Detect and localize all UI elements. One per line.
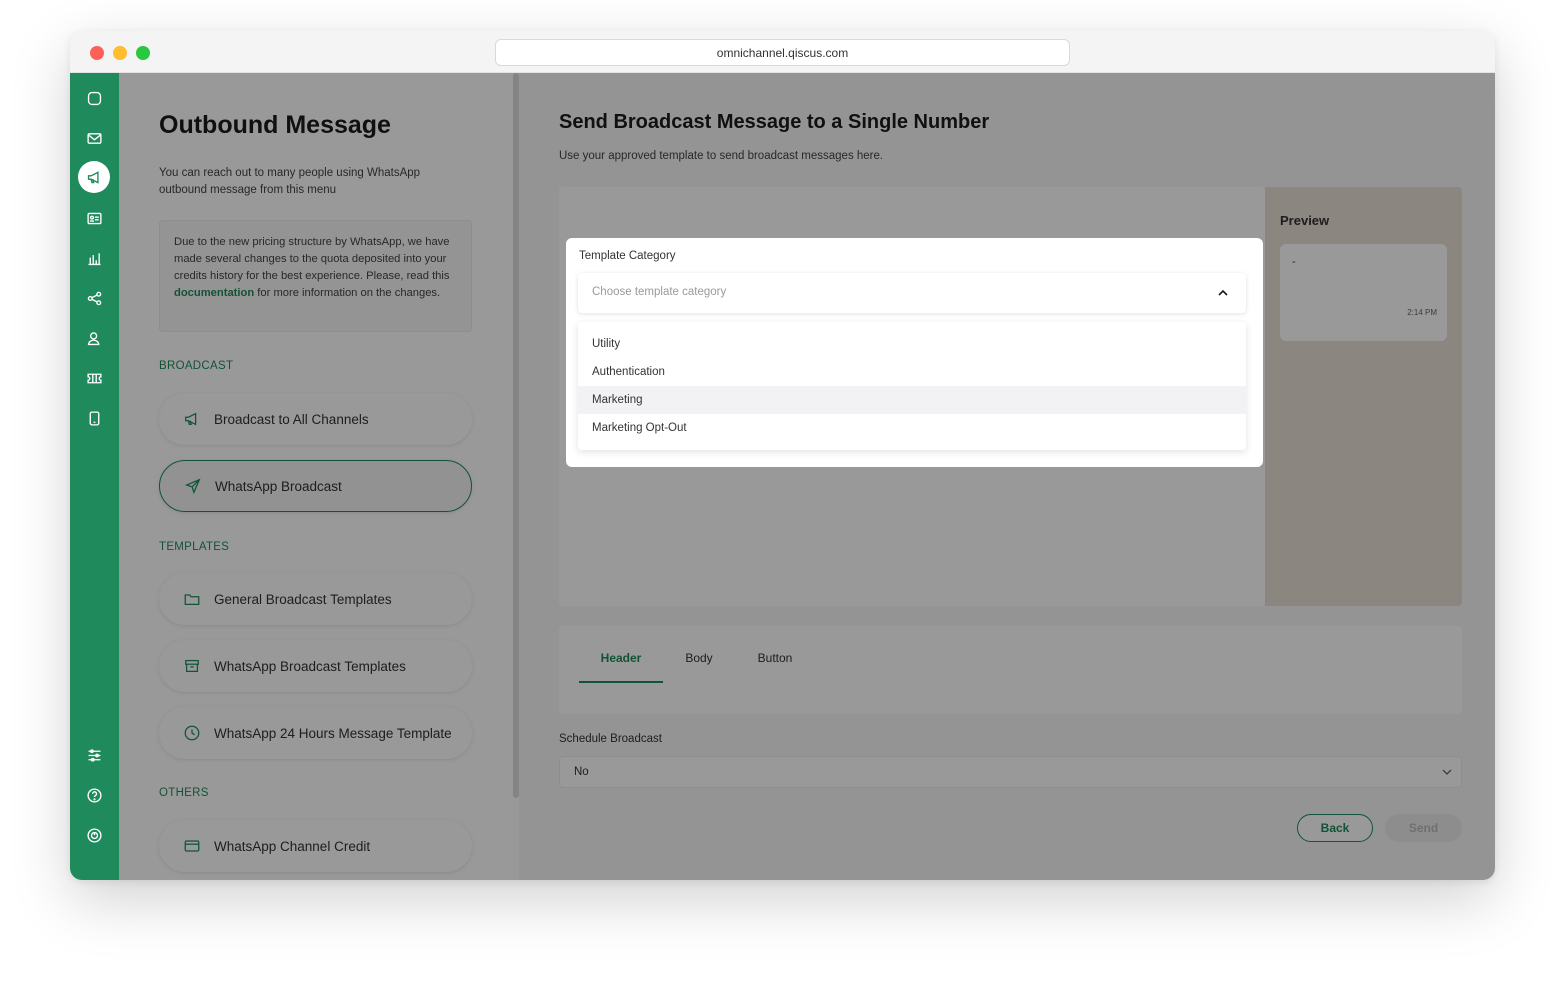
template-category-select[interactable]: Choose template category xyxy=(578,273,1246,313)
chat-icon[interactable] xyxy=(81,85,107,111)
option-utility[interactable]: Utility xyxy=(578,330,1246,358)
contacts-icon[interactable] xyxy=(81,205,107,231)
app: Outbound Message You can reach out to ma… xyxy=(70,73,1495,880)
template-category-placeholder: Choose template category xyxy=(592,286,727,298)
integration-icon[interactable] xyxy=(81,285,107,311)
analytics-icon[interactable] xyxy=(81,245,107,271)
browser-window: omnichannel.qiscus.com Outbound Message … xyxy=(70,31,1495,880)
maximize-window-button[interactable] xyxy=(136,46,150,60)
power-icon[interactable] xyxy=(81,822,107,848)
option-marketing-opt-out[interactable]: Marketing Opt-Out xyxy=(578,414,1246,442)
close-window-button[interactable] xyxy=(90,46,104,60)
inbox-icon[interactable] xyxy=(81,125,107,151)
option-authentication[interactable]: Authentication xyxy=(578,358,1246,386)
settings-icon[interactable] xyxy=(81,742,107,768)
help-icon[interactable] xyxy=(81,782,107,808)
chevron-up-icon xyxy=(1218,289,1228,296)
minimize-window-button[interactable] xyxy=(113,46,127,60)
template-category-label: Template Category xyxy=(579,250,676,262)
modal-backdrop[interactable] xyxy=(119,73,1495,880)
device-icon[interactable] xyxy=(81,405,107,431)
ticket-icon[interactable] xyxy=(81,365,107,391)
template-category-modal: Template Category Choose template catego… xyxy=(566,238,1263,467)
template-category-options: Utility Authentication Marketing Marketi… xyxy=(578,322,1246,450)
address-bar[interactable]: omnichannel.qiscus.com xyxy=(495,39,1070,66)
icon-rail xyxy=(70,73,119,880)
option-marketing[interactable]: Marketing xyxy=(578,386,1246,414)
broadcast-icon[interactable] xyxy=(78,161,110,193)
agent-icon[interactable] xyxy=(81,325,107,351)
browser-titlebar: omnichannel.qiscus.com xyxy=(70,31,1495,73)
